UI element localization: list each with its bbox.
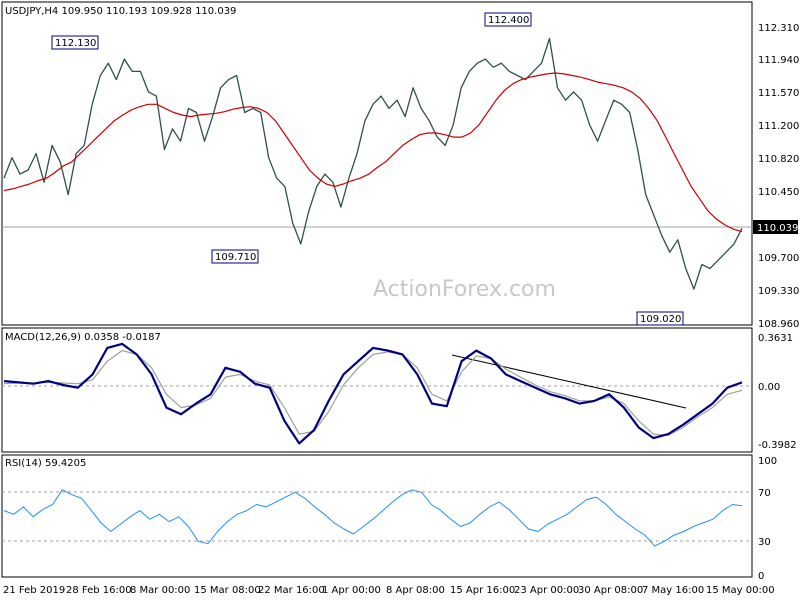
rsi-tick: 0	[758, 571, 764, 582]
price-tick: 110.450	[758, 187, 799, 198]
time-tick: 21 Feb 2019	[3, 585, 65, 596]
price-tick: 111.940	[758, 55, 799, 66]
annotation-label: 112.130	[55, 38, 96, 49]
annotation-112130: 112.130	[51, 35, 99, 50]
rsi-tick: 30	[758, 537, 771, 548]
price-tick: 110.820	[758, 154, 799, 165]
watermark: ActionForex.com	[373, 277, 556, 302]
price-tick: 108.960	[758, 319, 799, 330]
rsi-tick: 100	[758, 456, 777, 467]
time-tick: 15 Mar 08:00	[194, 585, 261, 596]
price-tick: 111.200	[758, 121, 799, 132]
time-tick: 7 May 16:00	[642, 585, 704, 596]
time-tick: 8 Mar 00:00	[130, 585, 190, 596]
macd-tick: 0.00	[758, 382, 780, 393]
price-tick: 111.570	[758, 88, 799, 99]
time-tick: 30 Apr 08:00	[578, 585, 643, 596]
macd-tick: -0.3982	[758, 440, 797, 451]
time-tick: 15 Apr 16:00	[450, 585, 515, 596]
annotation-109710: 109.710	[211, 249, 259, 264]
price-tick: 112.310	[758, 23, 799, 34]
time-tick: 23 Apr 00:00	[514, 585, 579, 596]
annotation-112400: 112.400	[484, 12, 532, 27]
price-title: USDJPY,H4 109.950 110.193 109.928 110.03…	[5, 6, 236, 17]
annotation-label: 112.400	[488, 15, 529, 26]
time-tick: 8 Apr 08:00	[386, 585, 445, 596]
annotation-label: 109.020	[640, 314, 681, 325]
time-tick: 28 Feb 16:00	[66, 585, 132, 596]
current-price-label: 110.039	[757, 223, 798, 234]
annotation-109020: 109.020	[636, 311, 684, 326]
rsi-tick: 70	[758, 488, 771, 499]
time-tick: 15 May 00:00	[706, 585, 775, 596]
rsi-title: RSI(14) 59.4205	[5, 458, 86, 469]
usdjpy-chart: ActionForex.com USDJPY,H4 109.950 110.19…	[0, 0, 800, 600]
time-tick: 22 Mar 16:00	[258, 585, 325, 596]
time-tick: 1 Apr 00:00	[322, 585, 381, 596]
price-tick: 109.700	[758, 253, 799, 264]
annotation-label: 109.710	[215, 252, 256, 263]
price-tick: 109.330	[758, 286, 799, 297]
macd-title: MACD(12,26,9) 0.0358 -0.0187	[5, 332, 161, 343]
macd-tick: 0.3631	[758, 333, 793, 344]
time-axis: 21 Feb 2019 28 Feb 16:00 8 Mar 00:00 15 …	[3, 585, 775, 596]
